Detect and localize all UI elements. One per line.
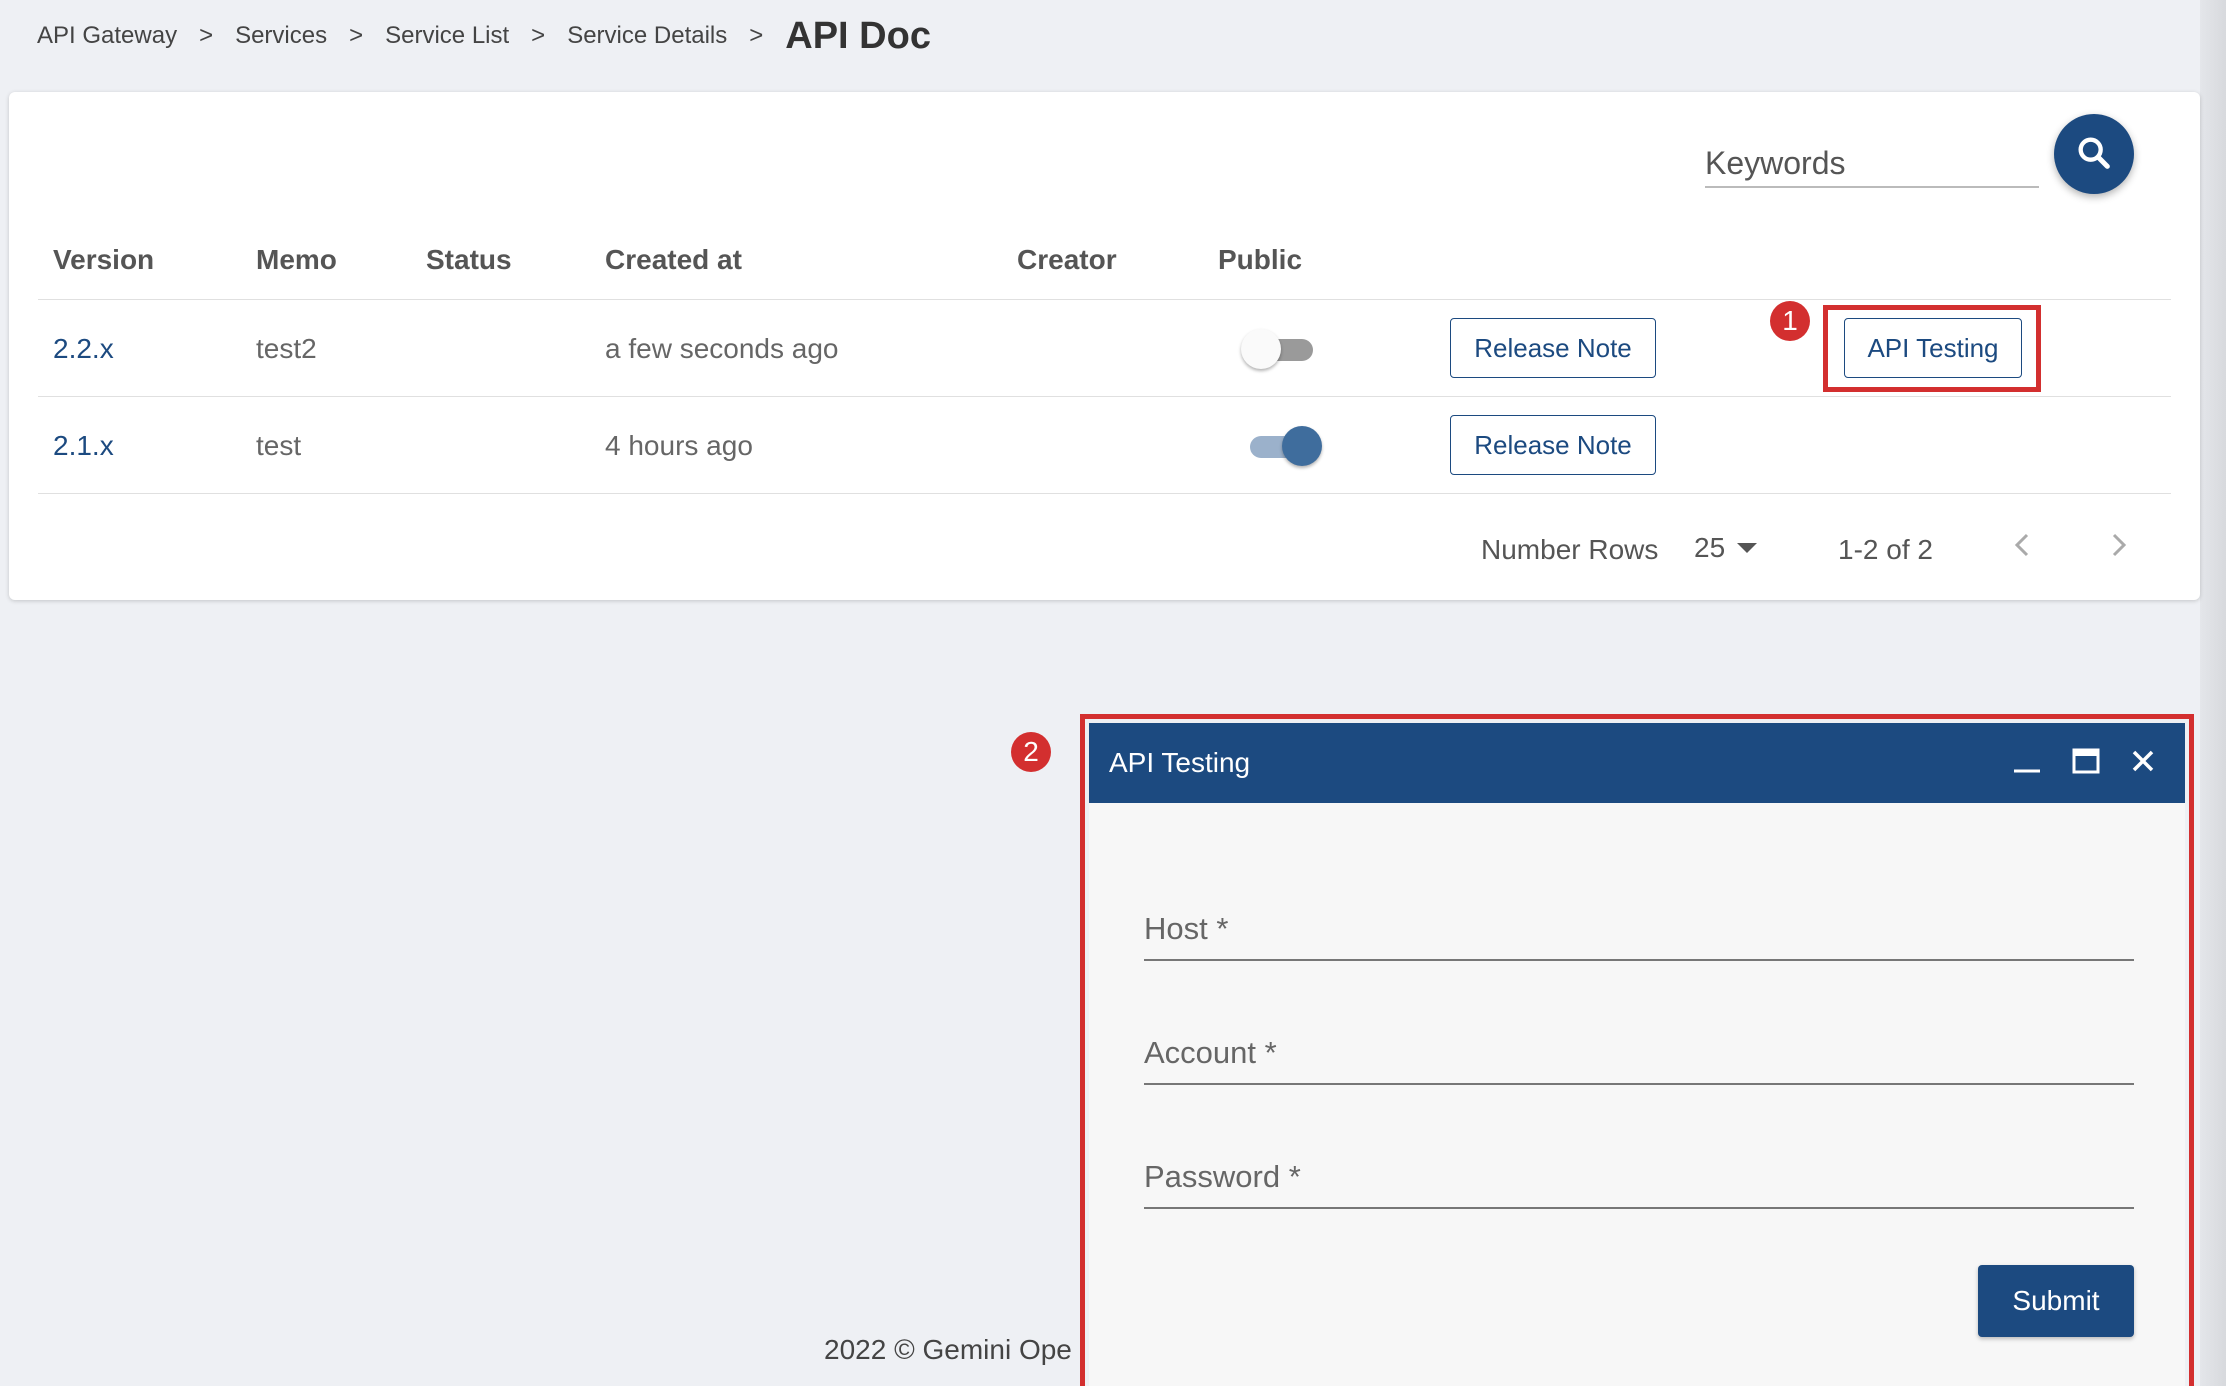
rows-per-page-select[interactable]: 25 [1694, 532, 1758, 564]
page-title: API Doc [785, 14, 931, 57]
column-header-version[interactable]: Version [53, 244, 154, 276]
chevron-left-icon [2011, 531, 2035, 564]
window-edge [2200, 0, 2226, 1386]
annotation-badge-2: 2 [1011, 732, 1051, 772]
public-toggle[interactable] [1241, 329, 1319, 369]
chevron-right-icon [2106, 531, 2130, 564]
rows-per-page-value: 25 [1694, 532, 1726, 563]
column-header-status[interactable]: Status [426, 244, 512, 276]
breadcrumb-services[interactable]: Services [235, 22, 327, 50]
number-rows-label: Number Rows [1481, 534, 1659, 565]
column-header-creator[interactable]: Creator [1017, 244, 1117, 276]
api-doc-card: Version Memo Status Created at Creator P… [9, 92, 2200, 600]
column-header-public[interactable]: Public [1218, 244, 1302, 276]
dropdown-caret-icon [1737, 543, 1758, 553]
annotation-badge-1: 1 [1770, 301, 1810, 341]
page: API Gateway > Services > Service List > … [0, 0, 2226, 1386]
header-divider [38, 299, 2171, 300]
public-toggle[interactable] [1244, 426, 1322, 466]
release-note-button[interactable]: Release Note [1450, 415, 1656, 475]
memo-cell: test [256, 430, 302, 461]
created-at-cell: a few seconds ago [605, 333, 839, 364]
api-testing-button[interactable]: API Testing [1844, 318, 2022, 378]
breadcrumb-api-gateway[interactable]: API Gateway [37, 22, 177, 50]
search-icon [2074, 133, 2114, 176]
breadcrumb-service-details[interactable]: Service Details [567, 22, 727, 50]
memo-cell: test2 [256, 333, 317, 364]
column-header-created-at[interactable]: Created at [605, 244, 742, 276]
row-divider [38, 493, 2171, 494]
breadcrumb-separator: > [349, 22, 364, 49]
previous-page-button[interactable] [2003, 527, 2043, 567]
created-at-cell: 4 hours ago [605, 430, 753, 461]
version-link[interactable]: 2.2.x [53, 333, 114, 365]
search-button[interactable] [2054, 114, 2134, 194]
version-link[interactable]: 2.1.x [53, 430, 114, 462]
next-page-button[interactable] [2098, 527, 2138, 567]
toggle-thumb [1282, 426, 1322, 466]
toggle-thumb [1241, 329, 1281, 369]
breadcrumb-service-list[interactable]: Service List [385, 22, 509, 50]
footer-copyright: 2022 © Gemini Ope [824, 1334, 1072, 1365]
breadcrumb-separator: > [531, 22, 546, 49]
annotation-box-2 [1080, 714, 2194, 1386]
breadcrumb-separator: > [199, 22, 214, 49]
column-header-memo[interactable]: Memo [256, 244, 337, 276]
release-note-button[interactable]: Release Note [1450, 318, 1656, 378]
pagination-range: 1-2 of 2 [1838, 534, 1933, 565]
breadcrumb-separator: > [749, 22, 764, 49]
breadcrumb: API Gateway > Services > Service List > … [37, 8, 931, 64]
row-divider [38, 396, 2171, 397]
keywords-input[interactable] [1705, 140, 2039, 188]
